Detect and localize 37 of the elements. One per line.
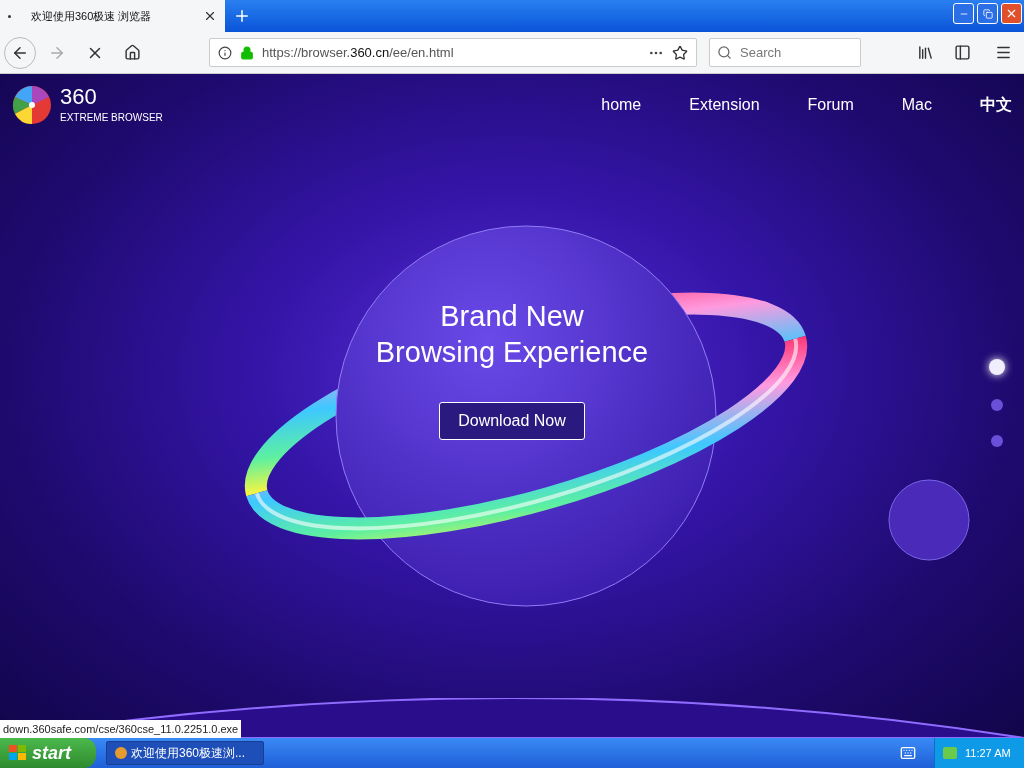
- taskbar-task[interactable]: 欢迎使用360极速浏...: [106, 741, 264, 765]
- logo-tagline: EXTREME BROWSER: [60, 110, 163, 125]
- nav-link[interactable]: Mac: [901, 93, 932, 117]
- tab-title: 欢迎使用360极速 浏览器: [31, 8, 153, 24]
- home-icon[interactable]: [124, 44, 141, 61]
- minimize-button[interactable]: [953, 3, 974, 24]
- close-tab-icon[interactable]: [203, 9, 217, 23]
- windows-logo-icon: [8, 744, 28, 762]
- library-icon[interactable]: [917, 44, 934, 61]
- headline-line: Browsing Experience: [375, 335, 649, 370]
- download-button[interactable]: Download Now: [439, 402, 585, 440]
- info-icon[interactable]: [218, 45, 232, 60]
- restore-button[interactable]: [977, 3, 998, 24]
- sidebar-icon[interactable]: [954, 44, 971, 61]
- clock: 11:27 AM: [965, 745, 1011, 761]
- app-icon: [115, 747, 127, 759]
- logo-number: 360: [60, 85, 98, 108]
- address-field[interactable]: https://browser.360.cn/ee/en.html: [209, 38, 697, 67]
- status-url: down.360safe.com/cse/360cse_11.0.2251.0.exe: [0, 719, 242, 738]
- search-field[interactable]: Search: [709, 38, 861, 67]
- logo-icon: [12, 85, 52, 125]
- browser-tab[interactable]: 欢迎使用360极速 浏览器: [0, 0, 225, 32]
- nav-link[interactable]: home: [601, 93, 642, 117]
- search-icon: [717, 45, 732, 60]
- headline-line: Brand New: [440, 299, 584, 334]
- bookmark-star-icon[interactable]: [672, 44, 688, 61]
- nav-link[interactable]: Forum: [807, 93, 854, 117]
- nav-link[interactable]: Extension: [689, 93, 760, 117]
- new-tab-icon[interactable]: [233, 7, 251, 25]
- url-text: https://browser.360.cn/ee/en.html: [262, 43, 455, 62]
- restore-icon: [982, 8, 993, 19]
- lock-icon: [240, 45, 254, 60]
- close-window-button[interactable]: [1001, 3, 1022, 24]
- nav-link[interactable]: 中文: [980, 93, 1012, 117]
- close-icon: [1005, 7, 1018, 20]
- menu-icon[interactable]: [995, 44, 1012, 61]
- keyboard-icon[interactable]: [900, 745, 916, 761]
